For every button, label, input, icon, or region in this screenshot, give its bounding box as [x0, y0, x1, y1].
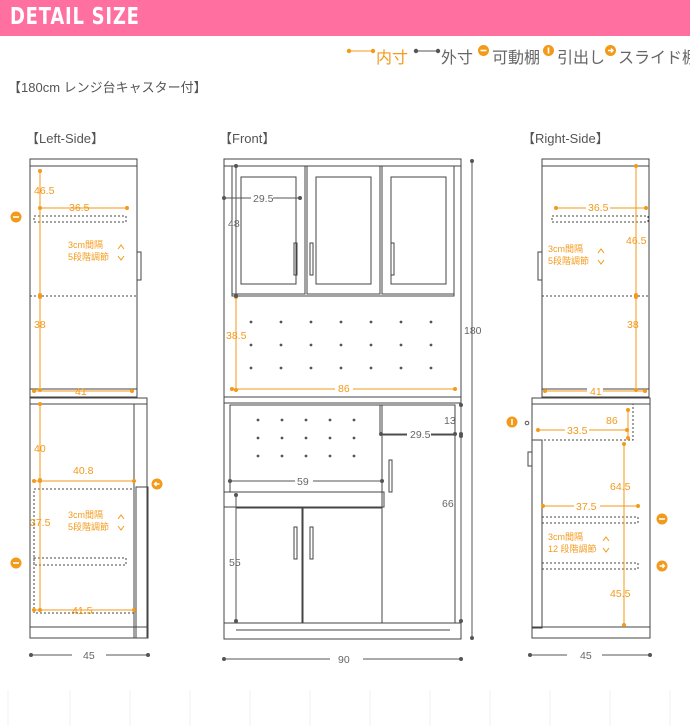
left-dim-label: 46.5 — [34, 185, 55, 197]
adjust-arrow-icon — [597, 248, 605, 265]
left-note-label: 3cm間隔 — [68, 240, 103, 250]
right-dim-label: 38 — [627, 319, 639, 331]
adjust-arrow-icon — [602, 536, 610, 553]
left-note-label: 3cm間隔 — [68, 510, 103, 520]
right-dim-label: 36.5 — [588, 202, 609, 214]
adjust-arrow-icon — [117, 244, 125, 261]
front-dim-label: 59 — [297, 476, 309, 488]
right-dim-label: 41 — [590, 386, 602, 398]
right-lower-cabinet — [531, 397, 651, 639]
front-dim-label: 66 — [442, 498, 454, 510]
front-dim-label: 90 — [338, 654, 350, 666]
left-dim-label: 38 — [34, 319, 46, 331]
right-dim-label: 86 — [606, 415, 618, 427]
right-note-label: 5段階調節 — [548, 255, 589, 266]
front-dim-label: 55 — [229, 557, 241, 569]
glass-door — [306, 165, 381, 295]
bottom-watermark — [7, 690, 671, 726]
left-top-panel — [29, 158, 138, 167]
left-dim-label: 41 — [75, 386, 87, 398]
left-note-label: 5段階調節 — [68, 521, 109, 532]
front-dim-label: 48 — [228, 218, 240, 230]
left-dim-label: 36.5 — [69, 202, 90, 214]
slide-shelf-icon — [656, 560, 668, 572]
right-dim-label: 37.5 — [576, 501, 597, 513]
adjustable-shelf-icon — [10, 557, 22, 569]
right-outer-label: 45 — [580, 650, 592, 662]
front-dim-label: 86 — [338, 383, 350, 395]
front-inner-dimensions — [230, 295, 457, 392]
slide-shelf-icon — [151, 478, 163, 490]
left-outer-label: 45 — [83, 650, 95, 662]
adjustable-shelf-icon — [656, 513, 668, 525]
adjust-arrow-icon — [117, 514, 125, 531]
left-note-label: 5段階調節 — [68, 251, 109, 262]
front-dim-label: 38.5 — [226, 330, 247, 342]
front-dim-label: 29.5 — [253, 193, 274, 205]
front-dim-label: 180 — [464, 325, 482, 337]
drawer-icon — [506, 416, 518, 428]
left-side-view — [29, 158, 149, 639]
left-dim-label: 40.8 — [73, 465, 94, 477]
left-dim-label: 41.5 — [72, 605, 93, 617]
front-view — [223, 158, 462, 640]
front-outer-dimensions — [222, 159, 474, 661]
left-dim-label: 40 — [34, 443, 46, 455]
right-upper-cabinet — [541, 158, 650, 398]
front-dim-label: 13 — [444, 415, 456, 427]
left-dim-label: 37.5 — [30, 517, 51, 529]
handle-marker-icon — [524, 420, 530, 426]
right-note-label: 3cm間隔 — [548, 532, 583, 542]
lower-door — [235, 507, 303, 624]
right-dim-label: 45.5 — [610, 588, 631, 600]
right-note-label: 3cm間隔 — [548, 244, 583, 254]
front-outline — [223, 158, 462, 640]
lower-door — [302, 507, 383, 624]
right-note-label: 12 段階調節 — [548, 543, 597, 554]
right-dim-label: 46.5 — [626, 235, 647, 247]
front-dim-label: 29.5 — [410, 429, 431, 441]
right-side-view — [527, 158, 651, 639]
adjustable-shelf-icon — [10, 211, 22, 223]
right-dim-label: 33.5 — [567, 425, 588, 437]
dimension-drawings: 46.5 36.5 38 41 40 40.8 37.5 41.5 3cm間隔 … — [7, 158, 671, 726]
right-dim-label: 64.5 — [610, 481, 631, 493]
